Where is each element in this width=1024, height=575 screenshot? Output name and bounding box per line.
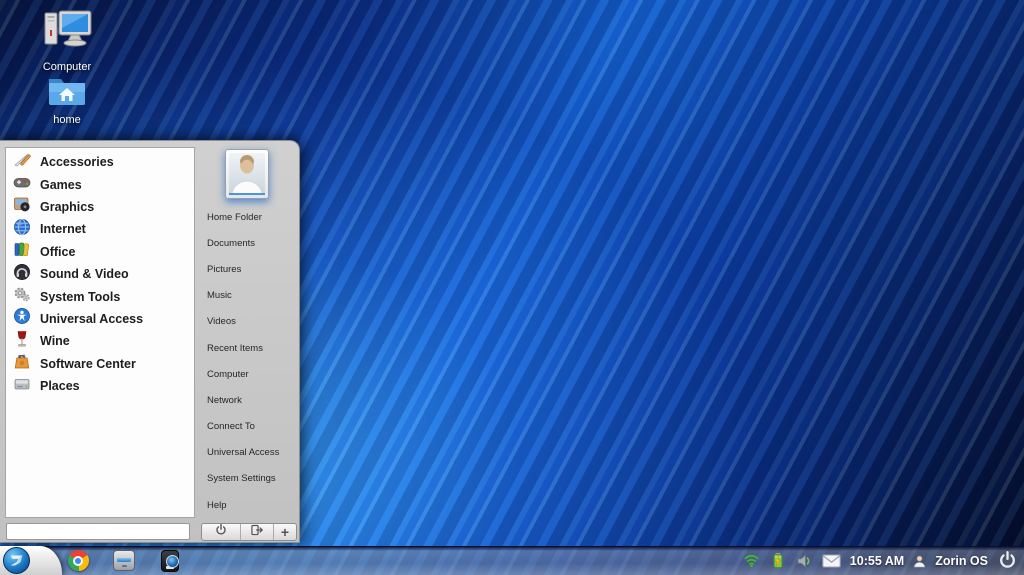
session-menu-label[interactable]: Zorin OS [935,554,988,568]
place-music[interactable]: Music [196,283,298,309]
logout-button[interactable] [241,524,274,540]
add-button[interactable]: + [274,524,296,540]
menu-category-label: Games [40,178,82,192]
user-icon [913,554,926,568]
battery-charging-icon[interactable] [769,552,787,569]
menu-category-label: System Tools [40,290,120,304]
menu-places-list: Home Folder Documents Pictures Music Vid… [196,204,298,518]
place-help[interactable]: Help [196,492,298,518]
wine-icon [13,330,31,353]
place-home-folder[interactable]: Home Folder [196,204,298,230]
menu-category-office[interactable]: Office [6,241,194,263]
menu-category-system-tools[interactable]: System Tools [6,285,194,307]
desktop-icon-label: home [28,114,106,126]
file-manager-launcher[interactable] [112,549,136,573]
place-label: Connect To [207,421,255,432]
computer-icon [40,41,94,58]
accessories-icon [13,151,31,174]
menu-category-list: Accessories Games Gra [5,147,195,518]
taskbar-launchers [66,546,182,575]
office-icon [13,240,31,263]
menu-search-input[interactable] [6,523,190,540]
place-videos[interactable]: Videos [196,309,298,335]
menu-category-label: Places [40,379,80,393]
place-label: Music [207,290,232,301]
mail-icon[interactable] [822,554,841,568]
taskbar: 10:55 AM Zorin OS [0,546,1024,575]
chrome-launcher[interactable] [66,549,90,573]
user-avatar[interactable] [225,149,269,199]
zorin-menu-button[interactable] [0,546,62,575]
software-center-icon [13,352,31,375]
place-label: Documents [207,238,255,249]
menu-category-label: Internet [40,222,86,236]
clock[interactable]: 10:55 AM [850,554,904,568]
place-label: System Settings [207,473,276,484]
file-manager-icon [113,550,135,571]
menu-category-label: Software Center [40,357,136,371]
menu-category-label: Office [40,245,75,259]
places-icon [13,375,31,398]
system-tray: 10:55 AM Zorin OS [743,546,1020,575]
logout-icon [250,523,264,541]
place-label: Pictures [207,264,241,275]
place-universal-access[interactable]: Universal Access [196,440,298,466]
wifi-icon[interactable] [743,553,760,569]
place-label: Videos [207,316,236,327]
home-folder-icon [45,94,89,111]
menu-category-label: Wine [40,334,70,348]
place-recent-items[interactable]: Recent Items [196,335,298,361]
menu-category-universal-access[interactable]: Universal Access [6,308,194,330]
menu-category-graphics[interactable]: Graphics [6,196,194,218]
place-label: Network [207,395,242,406]
place-system-settings[interactable]: System Settings [196,466,298,492]
place-network[interactable]: Network [196,387,298,413]
user-avatar-picture [229,153,265,195]
menu-category-accessories[interactable]: Accessories [6,151,194,173]
menu-category-label: Graphics [40,200,94,214]
plus-icon: + [281,525,289,539]
place-label: Computer [207,369,249,380]
system-tools-icon [13,285,31,308]
media-app-launcher[interactable] [158,549,182,573]
sound-video-icon [13,263,31,286]
desktop-icon-home[interactable]: home [28,73,106,126]
menu-category-label: Sound & Video [40,267,129,281]
zorin-logo-icon [3,547,30,574]
menu-category-places[interactable]: Places [6,375,194,397]
menu-category-sound-video[interactable]: Sound & Video [6,263,194,285]
menu-category-internet[interactable]: Internet [6,218,194,240]
power-icon [214,523,228,541]
menu-category-label: Universal Access [40,312,143,326]
place-label: Help [207,500,227,511]
games-icon [13,173,31,196]
menu-category-label: Accessories [40,155,114,169]
place-label: Universal Access [207,447,279,458]
place-label: Home Folder [207,212,262,223]
shutdown-button[interactable] [202,524,241,540]
place-pictures[interactable]: Pictures [196,256,298,282]
desktop-screen: Computer home Accessories [0,0,1024,575]
menu-places-panel: Home Folder Documents Pictures Music Vid… [196,141,298,542]
place-connect-to[interactable]: Connect To [196,414,298,440]
media-app-icon [161,550,179,572]
volume-icon[interactable] [796,553,813,569]
place-label: Recent Items [207,343,263,354]
menu-category-games[interactable]: Games [6,173,194,195]
menu-category-software-center[interactable]: Software Center [6,353,194,375]
power-button[interactable] [997,550,1018,571]
graphics-icon [13,195,31,218]
chrome-icon [68,550,89,571]
start-menu: Accessories Games Gra [0,140,300,543]
internet-icon [13,218,31,241]
desktop-icon-label: Computer [28,61,106,73]
menu-category-wine[interactable]: Wine [6,330,194,352]
session-buttons: + [201,523,297,541]
universal-access-icon [13,307,31,330]
place-computer[interactable]: Computer [196,361,298,387]
place-documents[interactable]: Documents [196,230,298,256]
desktop-icon-computer[interactable]: Computer [28,8,106,73]
